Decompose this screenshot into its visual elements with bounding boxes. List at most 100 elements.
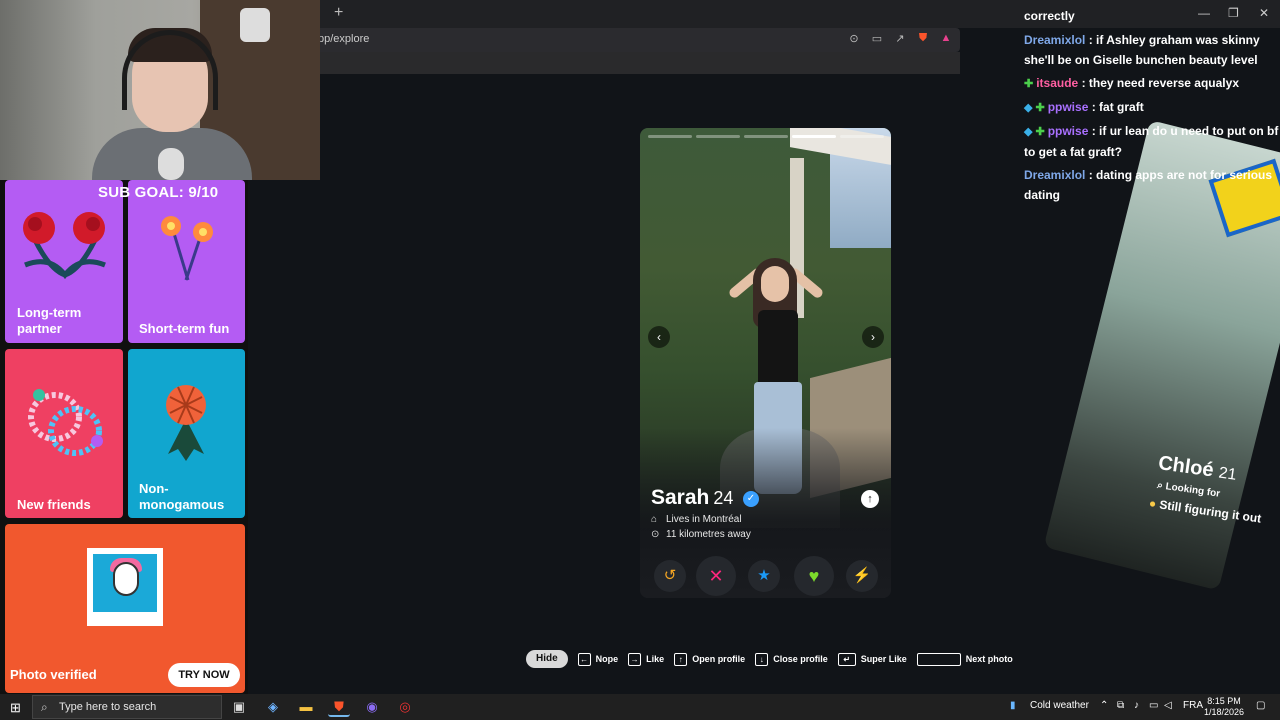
- notification-icon[interactable]: ▢: [1256, 700, 1265, 711]
- clock-date: 1/18/2026: [1204, 707, 1245, 717]
- down-arrow-key-icon: ↓: [755, 652, 769, 666]
- chat-message: ✚ itsaude : they need reverse aqualyx: [1024, 76, 1239, 90]
- sparkle-badge-icon: ✚: [1035, 102, 1045, 114]
- star-icon: ★: [757, 567, 771, 584]
- tile-label: Photo verified: [10, 667, 97, 682]
- url-text: pp/explore: [318, 33, 370, 45]
- brave-shield-icon[interactable]: ⛊: [917, 32, 929, 45]
- tile-non-monogamous[interactable]: Non-monogamous: [128, 349, 245, 518]
- photo-progress-segment: [792, 135, 836, 138]
- new-tab-button[interactable]: +: [334, 4, 343, 22]
- verified-photo-icon: [87, 548, 163, 626]
- copilot-icon[interactable]: ◈: [262, 697, 284, 717]
- search-icon: ⌕: [41, 700, 48, 714]
- next-photo-button[interactable]: ›: [862, 326, 884, 348]
- tile-label: Long-term partner: [17, 305, 82, 336]
- shortcut-nope: ← Nope: [577, 652, 618, 666]
- search-placeholder: Type here to search: [59, 701, 157, 713]
- rewind-icon: ↺: [663, 567, 677, 584]
- windows-taskbar: ⊞ ⌕ Type here to search ▣ ◈ ▬ ⛊ ◉ ◎ ▮ Co…: [0, 694, 1280, 720]
- tile-photo-verified[interactable]: Photo verified TRY NOW: [5, 524, 245, 693]
- webcam-overlay: [0, 0, 320, 180]
- profile-location: ⌂ Lives in Montréal: [651, 514, 742, 525]
- profile-name-text: Sarah: [651, 486, 710, 509]
- tile-new-friends[interactable]: New friends: [5, 349, 123, 518]
- file-explorer-icon[interactable]: ▬: [295, 697, 317, 717]
- sparkle-badge-icon: ✚: [1035, 126, 1045, 138]
- share-icon[interactable]: ↗: [894, 32, 906, 45]
- left-arrow-key-icon: ←: [577, 652, 591, 666]
- brave-browser-icon[interactable]: ⛊: [328, 697, 350, 717]
- search-icon: ⌕: [1156, 480, 1164, 492]
- verified-badge-icon: ✓: [743, 491, 759, 507]
- try-now-button[interactable]: TRY NOW: [168, 663, 240, 687]
- tile-label: New friends: [17, 497, 91, 512]
- up-arrow-key-icon: ↑: [674, 652, 688, 666]
- battery-icon[interactable]: ▭: [1149, 700, 1158, 711]
- system-clock[interactable]: 8:15 PM 1/18/2026: [1204, 696, 1244, 718]
- obs-icon[interactable]: ◎: [394, 697, 416, 717]
- like-button[interactable]: ♥: [794, 556, 834, 596]
- sparkle-badge-icon: ✚: [1024, 78, 1034, 90]
- chat-username: itsaude: [1036, 76, 1079, 90]
- tile-label: Short-term fun: [139, 321, 230, 336]
- nope-icon: ✕: [708, 566, 724, 586]
- task-view-icon[interactable]: ▣: [228, 697, 250, 717]
- taskbar-search-input[interactable]: ⌕ Type here to search: [32, 695, 222, 719]
- chat-username: Dreamixlol: [1024, 33, 1086, 47]
- brave-rewards-icon[interactable]: ▲: [940, 32, 952, 45]
- shortcut-like: → Like: [628, 652, 664, 666]
- cube-badge-icon: ◆: [1024, 126, 1033, 138]
- chat-message: Dreamixlol : if Ashley graham was skinny…: [1024, 33, 1260, 67]
- tile-long-term-partner[interactable]: Long-term partner: [5, 180, 123, 343]
- shortcut-super-like: ↵ Super Like: [837, 652, 907, 666]
- map-pin-icon: ⊙: [651, 529, 660, 540]
- location-text: Lives in Montréal: [666, 514, 742, 525]
- tray-overflow-icon[interactable]: ⌃: [1100, 700, 1108, 711]
- thinking-emoji-icon: ●: [1148, 496, 1158, 511]
- profile-age: 24: [713, 488, 734, 508]
- boost-button[interactable]: ⚡: [846, 560, 878, 592]
- nope-button[interactable]: ✕: [696, 556, 736, 596]
- address-bar-icons: ⊙ ▭ ↗ ⛊ ▲: [848, 32, 952, 45]
- super-like-button[interactable]: ★: [748, 560, 780, 592]
- network-icon[interactable]: ⧉: [1117, 700, 1124, 711]
- shortcut-next-photo: Next photo: [916, 652, 1013, 666]
- chat-message: correctly: [1024, 9, 1075, 23]
- photo-progress-segment: [840, 135, 884, 138]
- cast-icon[interactable]: ▭: [871, 32, 883, 45]
- chat-message: ◆ ✚ ppwise : fat graft: [1024, 100, 1144, 114]
- tile-short-term-fun[interactable]: Short-term fun: [128, 180, 245, 343]
- windows-start-icon[interactable]: ⊞: [10, 700, 21, 716]
- webcam-jar: [240, 8, 270, 42]
- shortcut-close-profile: ↓ Close profile: [755, 652, 828, 666]
- home-icon: ⌂: [651, 514, 658, 525]
- shortcut-open-profile: ↑ Open profile: [674, 652, 745, 666]
- volume-icon[interactable]: ◁: [1164, 700, 1172, 711]
- location-icon[interactable]: ⊙: [848, 32, 860, 45]
- photo-progress-segment: [744, 135, 788, 138]
- open-profile-button[interactable]: ↑: [861, 490, 879, 508]
- distance-text: 11 kilometres away: [666, 529, 751, 540]
- keyboard-shortcuts-bar: Hide ← Nope → Like ↑ Open profile ↓ Close pr…: [526, 649, 1013, 669]
- lightning-icon: ⚡: [852, 567, 872, 584]
- profile-card[interactable]: ‹ › Sarah 24 ✓ ↑ ⌂ Lives in Montréal ⊙ 11…: [640, 128, 891, 598]
- photo-progress-segment: [696, 135, 740, 138]
- hide-shortcuts-button[interactable]: Hide: [526, 650, 568, 668]
- chat-username: Dreamixlol: [1024, 168, 1086, 182]
- microphone-icon: [158, 148, 184, 180]
- weather-text[interactable]: Cold weather: [1030, 700, 1089, 711]
- enter-key-icon: ↵: [837, 652, 856, 666]
- discord-icon[interactable]: ◉: [361, 697, 383, 717]
- language-indicator[interactable]: FRA: [1183, 700, 1203, 711]
- previous-photo-button[interactable]: ‹: [648, 326, 670, 348]
- rewind-button[interactable]: ↺: [654, 560, 686, 592]
- action-buttons: ↺ ✕ ★ ♥ ⚡: [650, 556, 882, 596]
- profile-distance: ⊙ 11 kilometres away: [651, 529, 751, 540]
- chat-username: ppwise: [1047, 100, 1089, 114]
- clock-time: 8:15 PM: [1207, 696, 1241, 706]
- photo-progress-segment: [648, 135, 692, 138]
- microphone-tray-icon[interactable]: ♪: [1134, 700, 1139, 711]
- right-arrow-key-icon: →: [628, 652, 642, 666]
- sub-goal-text: SUB GOAL: 9/10: [98, 184, 219, 201]
